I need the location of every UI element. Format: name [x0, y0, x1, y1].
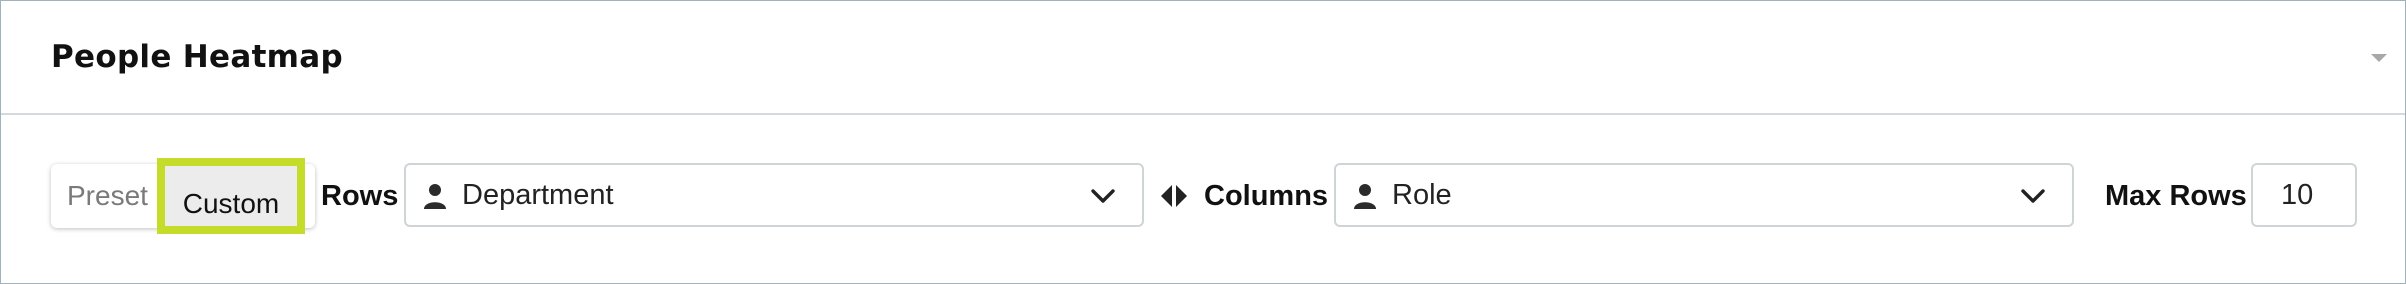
columns-select-value: Role [1392, 179, 1452, 211]
max-rows-input[interactable] [2251, 163, 2357, 227]
mode-toggle: Preset Custom [51, 158, 315, 234]
collapse-caret-icon[interactable] [2367, 45, 2391, 69]
max-rows-label: Max Rows [2105, 180, 2247, 212]
panel-header[interactable]: People Heatmap [1, 1, 2405, 115]
people-heatmap-panel: People Heatmap Preset Custom Rows Depart… [0, 0, 2406, 284]
rows-select-value: Department [462, 179, 614, 211]
columns-select[interactable]: Role [1334, 163, 2074, 227]
columns-label: Columns [1204, 180, 1329, 212]
swap-arrows-icon[interactable] [1159, 183, 1189, 209]
preset-option[interactable]: Preset [51, 164, 155, 228]
rows-select[interactable]: Department [404, 163, 1144, 227]
chevron-down-icon [2021, 189, 2045, 203]
person-icon [1354, 184, 1376, 209]
person-icon [424, 184, 446, 209]
chevron-down-icon [1091, 189, 1115, 203]
heatmap-toolbar: Preset Custom Rows Department Columns Ro [1, 113, 2405, 283]
custom-option[interactable]: Custom [157, 158, 305, 234]
rows-label: Rows [321, 180, 399, 212]
panel-title: People Heatmap [51, 39, 343, 75]
